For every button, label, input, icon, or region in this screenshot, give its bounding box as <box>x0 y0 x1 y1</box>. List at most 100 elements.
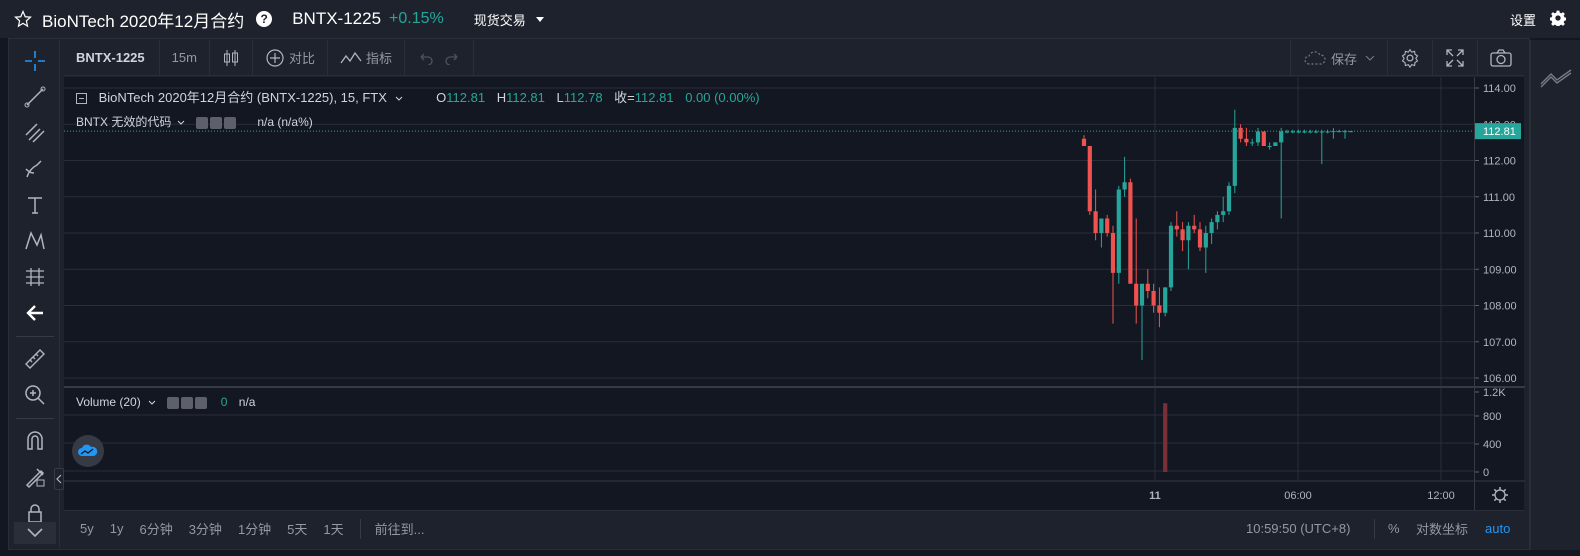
volume-value: 0 <box>220 395 228 409</box>
interval-button[interactable]: 15m <box>160 40 209 76</box>
time-tick-label: 06:00 <box>1284 490 1312 502</box>
screenshot-button[interactable] <box>1478 40 1524 76</box>
text-icon[interactable] <box>22 192 48 218</box>
gear-icon[interactable] <box>1550 10 1566 26</box>
candle-body <box>1302 131 1307 133</box>
candle-body <box>1250 142 1255 144</box>
logo-badge[interactable] <box>72 435 104 467</box>
range-6m[interactable]: 6分钟 <box>139 519 172 538</box>
volume-tick-label: 400 <box>1483 439 1501 451</box>
price-tick-label: 106.00 <box>1483 373 1517 385</box>
redo-button[interactable] <box>445 40 473 76</box>
candle-body <box>1290 131 1295 133</box>
close-icon[interactable] <box>224 116 237 129</box>
trend-line-icon[interactable] <box>22 84 48 110</box>
ruler-icon[interactable] <box>22 346 48 372</box>
price-tick-label: 114.00 <box>1483 83 1516 95</box>
gear-icon[interactable] <box>210 116 223 129</box>
volume-legend: Volume (20) 0 n/a <box>76 395 255 409</box>
range-3m[interactable]: 3分钟 <box>189 519 222 538</box>
auto-scale-toggle[interactable]: auto <box>1485 521 1510 536</box>
instrument-title: BioNTech 2020年12月合约 <box>42 11 245 31</box>
log-scale-toggle[interactable]: 对数坐标 <box>1416 519 1468 538</box>
prediction-icon[interactable] <box>22 264 48 290</box>
change-value: 0.00 (0.00%) <box>685 90 760 105</box>
gear-icon[interactable] <box>1494 489 1506 501</box>
candle-body <box>1279 131 1284 143</box>
chevron-down-icon[interactable] <box>535 16 544 22</box>
price-scale-svg: 114.00113.00112.00111.00110.00109.00108.… <box>1475 83 1525 503</box>
zoom-icon[interactable] <box>22 382 48 408</box>
compare-button[interactable]: 对比 <box>253 40 327 76</box>
series-title[interactable]: BioNTech 2020年12月合约 (BNTX-1225), 15, FTX <box>99 90 387 105</box>
range-1y[interactable]: 1y <box>110 521 124 536</box>
candle-body <box>1325 131 1330 133</box>
candle-body <box>1296 131 1301 133</box>
goto-date-button[interactable]: 前往到... <box>375 519 425 538</box>
secondary-title[interactable]: BNTX 无效的代码 <box>76 115 171 129</box>
collapse-toolbar-button[interactable] <box>54 468 64 490</box>
candle-body <box>1087 146 1092 212</box>
range-1d[interactable]: 1天 <box>323 519 343 538</box>
candle-body <box>1215 214 1220 223</box>
eye-icon[interactable] <box>196 116 209 129</box>
header-symbol: BNTX-1225 <box>292 9 382 28</box>
candle-body <box>1342 131 1348 133</box>
price-scale[interactable]: 114.00113.00112.00111.00110.00109.00108.… <box>1474 77 1525 510</box>
candle-body <box>1174 225 1179 230</box>
settings-button[interactable]: 设置 <box>1510 10 1536 29</box>
chart-area[interactable]: 11 06:00 12:00 BioNTech 2020年12月合约 (BNTX-1… <box>64 77 1474 510</box>
crosshair-icon[interactable] <box>22 48 48 74</box>
range-5y[interactable]: 5y <box>80 521 94 536</box>
top-header: BioNTech 2020年12月合约 ? BNTX-1225 +0.15% 现… <box>0 0 1580 38</box>
chart-toolbar: BNTX-1225 15m 对比 指标 保存 <box>64 39 1524 76</box>
price-tick-label: 110.00 <box>1483 228 1516 240</box>
percent-toggle[interactable]: % <box>1388 521 1400 536</box>
lock-drawing-icon[interactable] <box>22 464 48 490</box>
fullscreen-button[interactable] <box>1433 40 1477 76</box>
save-button[interactable]: 保存 <box>1291 40 1387 76</box>
pattern-icon[interactable] <box>22 228 48 254</box>
magnet-icon[interactable] <box>22 428 48 454</box>
market-type-dropdown[interactable]: 现货交易 <box>474 10 526 29</box>
star-icon[interactable] <box>14 10 32 28</box>
volume-tick-label: 1.2K <box>1483 387 1506 399</box>
chevron-down-icon[interactable] <box>177 120 185 126</box>
candle-body <box>1197 229 1203 248</box>
undo-button[interactable] <box>405 40 445 76</box>
candle-body <box>1226 185 1232 212</box>
chevron-down-icon[interactable] <box>14 522 56 544</box>
chevron-down-icon[interactable] <box>395 96 403 102</box>
candle-body <box>1273 142 1278 146</box>
arrow-left-icon[interactable] <box>22 300 48 326</box>
candle-body <box>1116 189 1121 273</box>
redo-icon <box>445 53 458 65</box>
chart-line-icon[interactable] <box>1539 68 1573 88</box>
range-1m[interactable]: 1分钟 <box>238 519 271 538</box>
help-icon[interactable]: ? <box>256 11 273 27</box>
secondary-value: n/a (n/a%) <box>257 115 313 129</box>
candle-body <box>1308 131 1313 133</box>
price-tick-label: 111.00 <box>1483 192 1515 204</box>
close-icon[interactable] <box>195 396 208 409</box>
eye-icon[interactable] <box>167 396 180 409</box>
gear-icon <box>1401 48 1419 68</box>
last-price-label: 112.81 <box>1483 126 1516 138</box>
fib-icon[interactable] <box>22 120 48 146</box>
candle-body <box>1157 305 1162 313</box>
price-tick-label: 107.00 <box>1483 337 1517 349</box>
chevron-down-icon[interactable] <box>148 400 156 406</box>
camera-icon <box>1490 49 1512 67</box>
clock[interactable]: 10:59:50 (UTC+8) <box>1246 521 1350 536</box>
gear-tooth <box>1493 488 1497 492</box>
price-chart[interactable]: 11 06:00 12:00 <box>64 77 1474 510</box>
gear-icon[interactable] <box>181 396 194 409</box>
chart-type-button[interactable] <box>210 40 252 76</box>
collapse-legend-icon[interactable] <box>76 93 87 105</box>
indicators-button[interactable]: 指标 <box>328 40 404 76</box>
volume-title[interactable]: Volume (20) <box>76 395 141 409</box>
brush-icon[interactable] <box>22 156 48 182</box>
range-5d[interactable]: 5天 <box>287 519 307 538</box>
chart-settings-button[interactable] <box>1388 40 1432 76</box>
symbol-search-button[interactable]: BNTX-1225 <box>76 50 145 65</box>
